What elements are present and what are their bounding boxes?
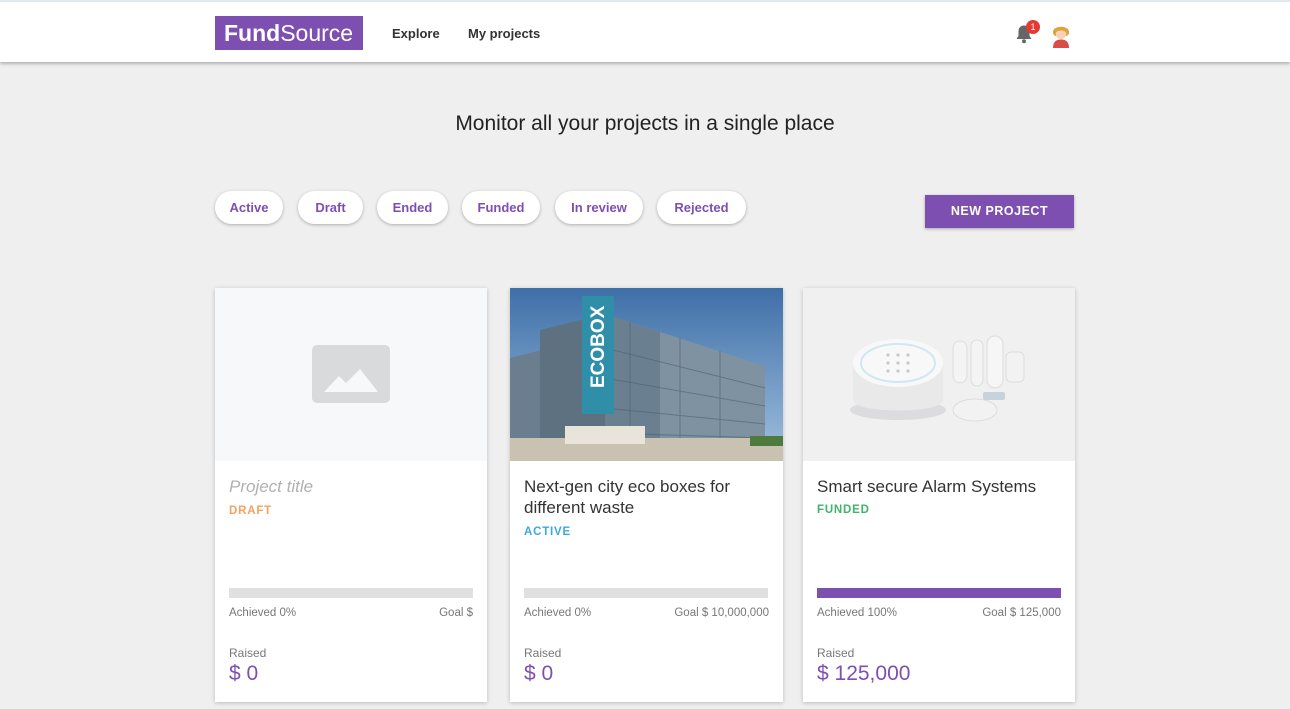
ecobox-building-photo: ECOBOX: [510, 288, 783, 461]
filter-chip-in-review[interactable]: In review: [555, 191, 643, 224]
top-bar: FundSource Explore My projects 1: [0, 0, 1290, 62]
goal-text: Goal $ 10,000,000: [674, 607, 769, 619]
filter-chip-active[interactable]: Active: [215, 191, 283, 224]
nav-explore[interactable]: Explore: [392, 26, 440, 41]
new-project-button[interactable]: NEW PROJECT: [925, 195, 1074, 228]
placeholder-image: [215, 288, 487, 461]
filter-chip-rejected[interactable]: Rejected: [657, 191, 746, 224]
achieved-text: Achieved 0%: [229, 607, 297, 619]
page-headline: Monitor all your projects in a single pl…: [455, 112, 835, 135]
goal-text: Goal $: [439, 607, 473, 619]
achieved-text: Achieved 0%: [524, 607, 592, 619]
raised-amount: $ 125,000: [817, 662, 911, 685]
project-title: Next-gen city eco boxes for different wa…: [524, 477, 730, 517]
filter-chip-funded[interactable]: Funded: [462, 191, 540, 224]
raised-label: Raised: [817, 646, 855, 660]
progress-bar: [229, 588, 473, 598]
project-card-funded[interactable]: Smart secure Alarm Systems FUNDED Achiev…: [803, 288, 1075, 702]
progress-bar: [817, 588, 1061, 598]
raised-label: Raised: [524, 646, 562, 660]
project-card-draft[interactable]: Project title DRAFT Achieved 0% Goal $ R…: [215, 288, 487, 702]
status-label: FUNDED: [817, 504, 870, 516]
alarm-system-photo: [803, 288, 1075, 461]
fundsource-logo[interactable]: FundSource: [215, 16, 363, 50]
nav-my-projects[interactable]: My projects: [468, 26, 540, 41]
raised-label: Raised: [229, 646, 267, 660]
project-title: Smart secure Alarm Systems: [817, 477, 1037, 496]
status-label: DRAFT: [229, 505, 272, 517]
project-card-active[interactable]: ECOBOX Next-gen city eco boxes for diffe…: [510, 288, 783, 702]
filter-chip-ended[interactable]: Ended: [377, 191, 448, 224]
filter-chip-draft[interactable]: Draft: [298, 191, 363, 224]
progress-bar: [524, 588, 768, 598]
raised-amount: $ 0: [229, 662, 259, 685]
notification-badge: 1: [1026, 20, 1040, 34]
project-title: Project title: [229, 477, 314, 496]
raised-amount: $ 0: [524, 662, 554, 685]
achieved-text: Achieved 100%: [817, 607, 897, 619]
status-label: ACTIVE: [524, 526, 571, 538]
user-avatar[interactable]: [1050, 22, 1072, 48]
svg-text:ECOBOX: ECOBOX: [588, 305, 609, 388]
goal-text: Goal $ 125,000: [982, 607, 1061, 619]
